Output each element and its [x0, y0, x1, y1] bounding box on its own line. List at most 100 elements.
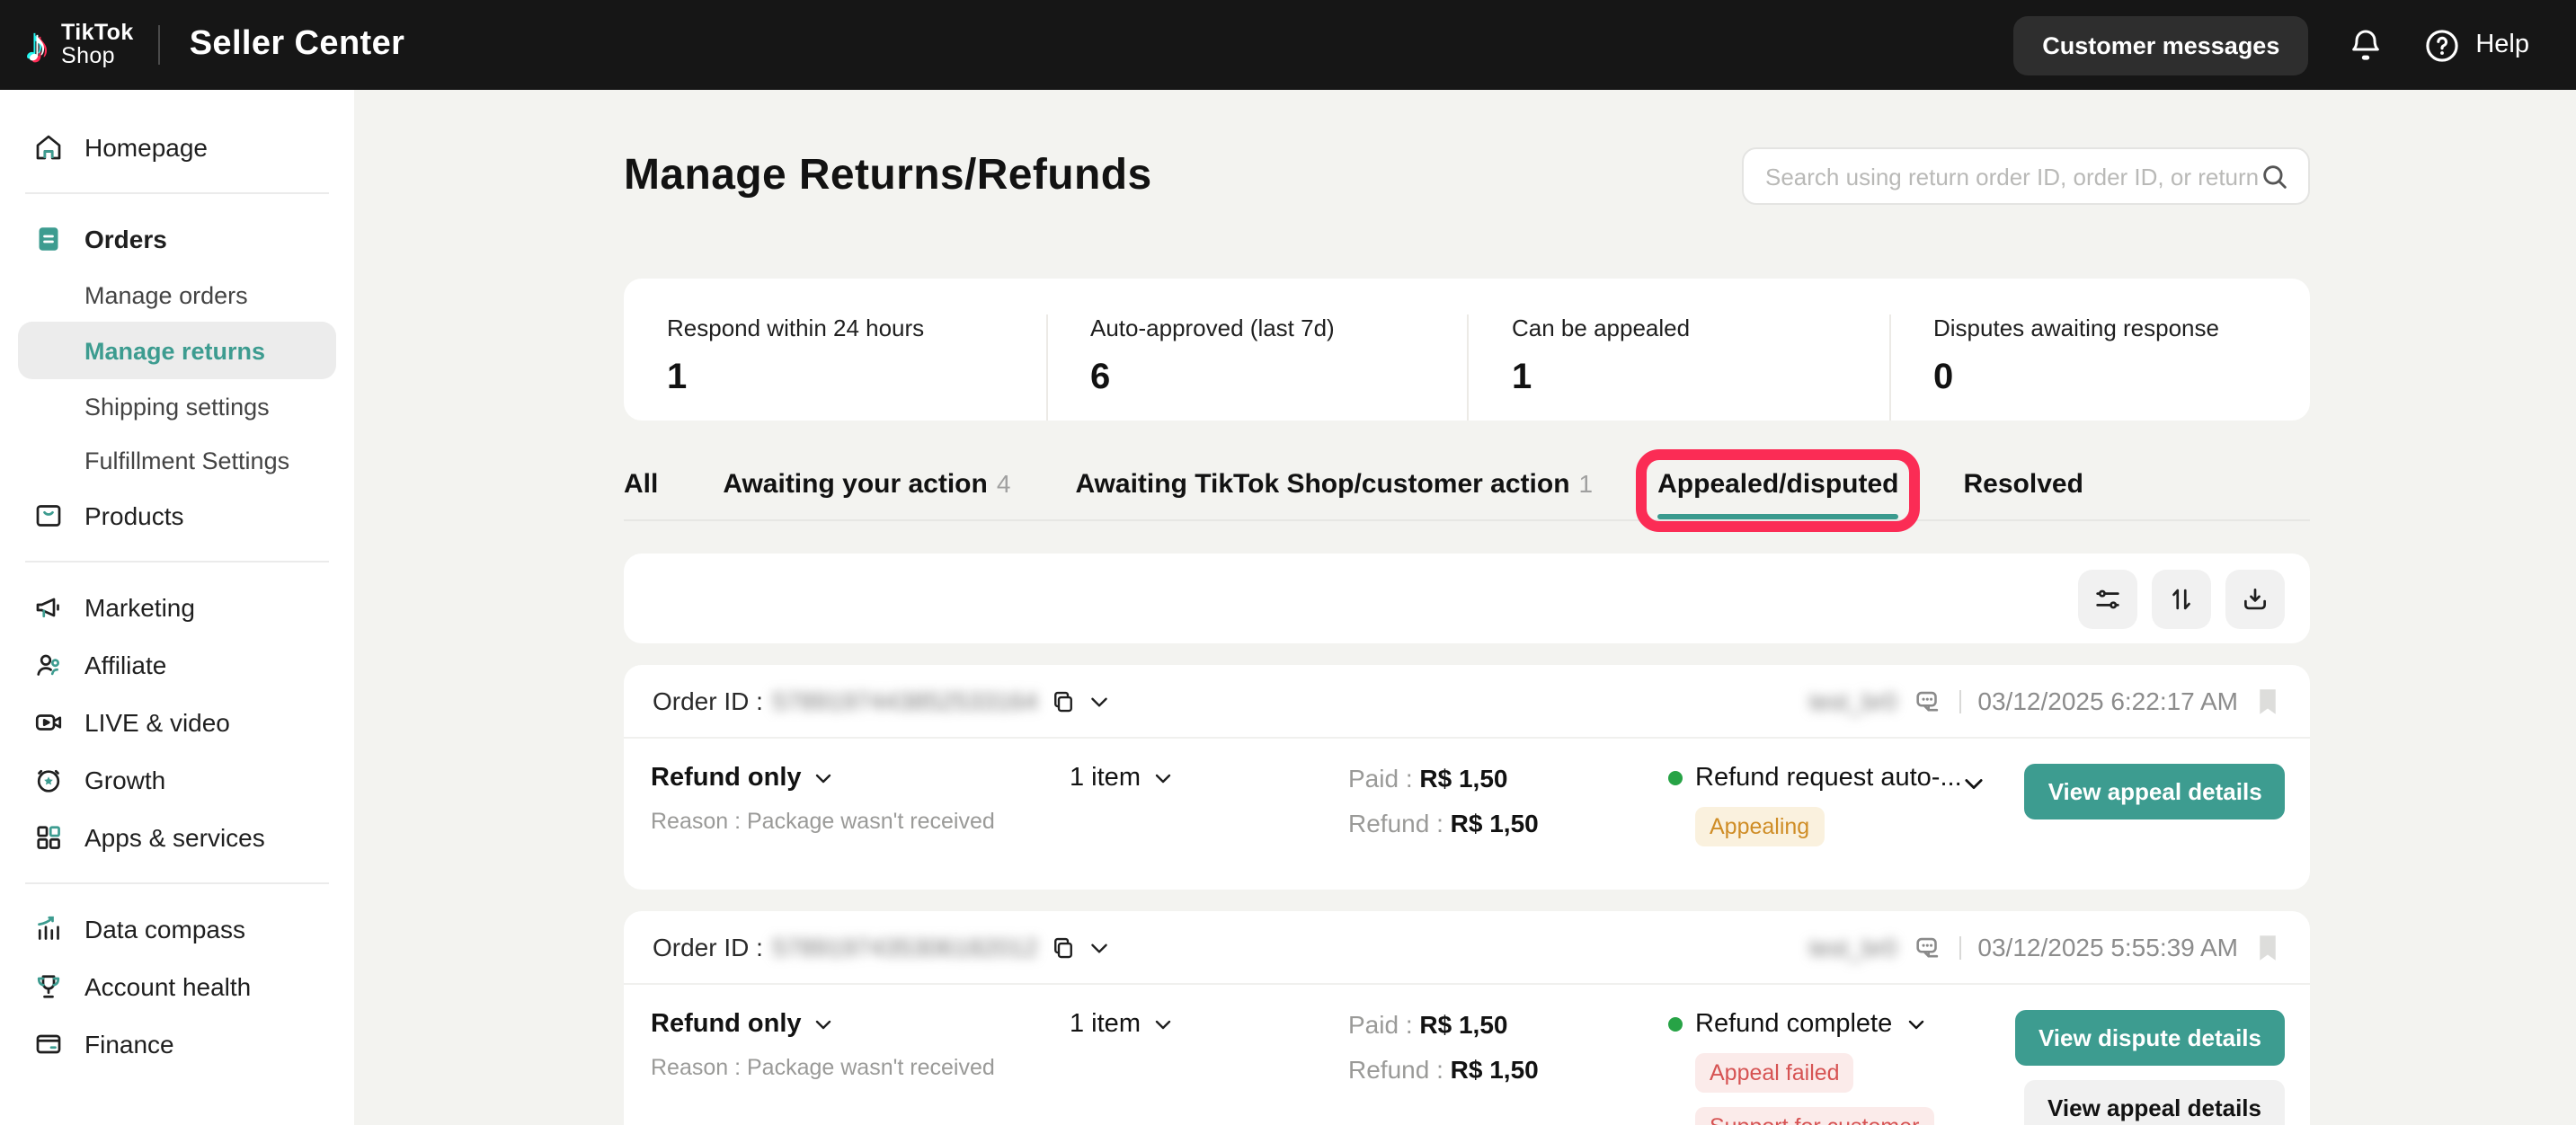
- return-type-dropdown[interactable]: Refund only: [651, 764, 1070, 793]
- sidebar-item-finance[interactable]: Finance: [18, 1015, 336, 1073]
- sidebar-item-orders[interactable]: Orders: [18, 210, 336, 268]
- refund-label: Refund :: [1348, 1055, 1443, 1084]
- status-dot: [1668, 771, 1683, 785]
- stat-value: 1: [667, 358, 1045, 399]
- view-appeal-details-button[interactable]: View appeal details: [2025, 764, 2286, 819]
- products-icon: [32, 500, 65, 532]
- copy-icon[interactable]: [1051, 687, 1078, 714]
- items-dropdown[interactable]: 1 item: [1070, 1010, 1348, 1039]
- chevron-down-icon: [813, 767, 834, 789]
- status-text: Refund complete: [1695, 1010, 1892, 1039]
- sidebar-item-live-video[interactable]: LIVE & video: [18, 694, 336, 751]
- view-appeal-details-button[interactable]: View appeal details: [2024, 1080, 2285, 1125]
- finance-icon: [32, 1028, 65, 1060]
- sidebar-item-marketing[interactable]: Marketing: [18, 579, 336, 636]
- tiktok-note-icon: ♪: [25, 22, 49, 68]
- copy-icon[interactable]: [1051, 934, 1078, 961]
- items-cell: 1 item: [1070, 1010, 1348, 1125]
- sidebar-item-affiliate[interactable]: Affiliate: [18, 636, 336, 694]
- top-header: ♪ TikTok Shop Seller Center Customer mes…: [0, 0, 2576, 90]
- order-id-blurred: 5789197443852533164: [772, 687, 1038, 715]
- tab-appealed-disputed[interactable]: Appealed/disputed: [1657, 469, 1898, 519]
- status-chevron-icon[interactable]: [1905, 1014, 1926, 1035]
- buyer-username-blurred[interactable]: test_br0: [1809, 934, 1897, 961]
- product-thumbnail-blurred[interactable]: [1070, 809, 1122, 861]
- amounts-cell: Paid : R$ 1,50 Refund : R$ 1,50: [1348, 764, 1668, 861]
- sidebar-item-homepage[interactable]: Homepage: [18, 119, 336, 176]
- status-text: Refund request auto-...: [1695, 764, 1962, 793]
- status-badge-appeal-failed: Appeal failed: [1695, 1053, 1854, 1093]
- chevron-down-icon[interactable]: [1088, 935, 1112, 959]
- chat-icon[interactable]: [1913, 686, 1943, 716]
- tab-count: 4: [997, 469, 1011, 498]
- bookmark-icon[interactable]: [2254, 686, 2281, 716]
- stat-disputes-awaiting: Disputes awaiting response 0: [1888, 314, 2310, 421]
- sidebar-item-account-health[interactable]: Account health: [18, 958, 336, 1015]
- order-card: Order ID : 5789197443852533164 test_br0 …: [624, 665, 2310, 890]
- order-body: Refund only Reason : Package wasn't rece…: [624, 739, 2310, 890]
- refund-value: R$ 1,50: [1451, 1055, 1539, 1084]
- return-type-cell: Refund only Reason : Package wasn't rece…: [651, 1010, 1070, 1125]
- tiktok-shop-logo[interactable]: ♪ TikTok Shop: [0, 22, 134, 68]
- chevron-down-icon: [1151, 767, 1173, 789]
- search-icon[interactable]: [2260, 161, 2290, 191]
- items-dropdown[interactable]: 1 item: [1070, 764, 1348, 793]
- tab-all[interactable]: All: [624, 469, 658, 519]
- search-input[interactable]: [1765, 163, 2260, 190]
- brand-name: TikTok Shop: [61, 22, 134, 68]
- status-dot: [1668, 1017, 1683, 1032]
- return-reason: Reason : Package wasn't received: [651, 1055, 1070, 1080]
- sort-icon[interactable]: [2152, 569, 2211, 628]
- tab-count: 1: [1579, 469, 1594, 498]
- filter-icon[interactable]: [2078, 569, 2137, 628]
- sidebar-item-fulfillment-settings[interactable]: Fulfillment Settings: [18, 433, 336, 487]
- page-title: Manage Returns/Refunds: [624, 151, 1152, 201]
- active-tab-underline: [1657, 513, 1898, 519]
- buyer-username-blurred[interactable]: test_br0: [1809, 687, 1897, 714]
- list-toolbar: [624, 554, 2310, 643]
- tab-resolved[interactable]: Resolved: [1964, 469, 2083, 519]
- paid-label: Paid :: [1348, 764, 1413, 793]
- tab-awaiting-tiktok-customer-action[interactable]: Awaiting TikTok Shop/customer action1: [1075, 469, 1593, 519]
- sidebar-item-manage-orders[interactable]: Manage orders: [18, 268, 336, 322]
- search-box[interactable]: [1742, 147, 2310, 205]
- return-type-dropdown[interactable]: Refund only: [651, 1010, 1070, 1039]
- order-body: Refund only Reason : Package wasn't rece…: [624, 985, 2310, 1125]
- sidebar-item-growth[interactable]: Growth: [18, 751, 336, 809]
- product-thumbnail-blurred[interactable]: [1070, 1055, 1122, 1107]
- sidebar-item-products[interactable]: Products: [18, 487, 336, 545]
- help-icon: [2423, 26, 2461, 64]
- expand-status-chevron-icon[interactable]: [1962, 771, 1987, 796]
- tab-awaiting-your-action[interactable]: Awaiting your action4: [723, 469, 1010, 519]
- divider: [1959, 935, 1961, 959]
- sidebar-item-data-compass[interactable]: Data compass: [18, 900, 336, 958]
- apps-services-icon: [32, 821, 65, 854]
- sidebar-item-manage-returns[interactable]: Manage returns: [18, 322, 336, 379]
- view-dispute-details-button[interactable]: View dispute details: [2015, 1010, 2285, 1066]
- chevron-down-icon[interactable]: [1088, 689, 1112, 713]
- main-content: Manage Returns/Refunds Respond within 24…: [624, 90, 2310, 1125]
- sidebar-divider: [25, 882, 329, 884]
- sidebar-item-apps-services[interactable]: Apps & services: [18, 809, 336, 866]
- return-reason: Reason : Package wasn't received: [651, 809, 1070, 834]
- stat-auto-approved: Auto-approved (last 7d) 6: [1045, 314, 1467, 421]
- chat-icon[interactable]: [1913, 932, 1943, 962]
- help-menu[interactable]: Help: [2423, 26, 2529, 64]
- marketing-icon: [32, 591, 65, 624]
- paid-value: R$ 1,50: [1419, 764, 1507, 793]
- download-icon[interactable]: [2225, 569, 2285, 628]
- paid-value: R$ 1,50: [1419, 1010, 1507, 1039]
- sidebar: Homepage Orders Manage orders Manage ret…: [0, 90, 354, 1125]
- account-health-icon: [32, 970, 65, 1003]
- sidebar-item-shipping-settings[interactable]: Shipping settings: [18, 379, 336, 433]
- home-icon: [32, 131, 65, 164]
- live-video-icon: [32, 706, 65, 739]
- bookmark-icon[interactable]: [2254, 932, 2281, 962]
- notifications-bell-icon[interactable]: [2348, 27, 2384, 63]
- items-cell: 1 item: [1070, 764, 1348, 861]
- divider: [1959, 689, 1961, 713]
- affiliate-icon: [32, 649, 65, 681]
- customer-messages-button[interactable]: Customer messages: [2013, 15, 2308, 75]
- stat-can-be-appealed: Can be appealed 1: [1467, 314, 1888, 421]
- paid-label: Paid :: [1348, 1010, 1413, 1039]
